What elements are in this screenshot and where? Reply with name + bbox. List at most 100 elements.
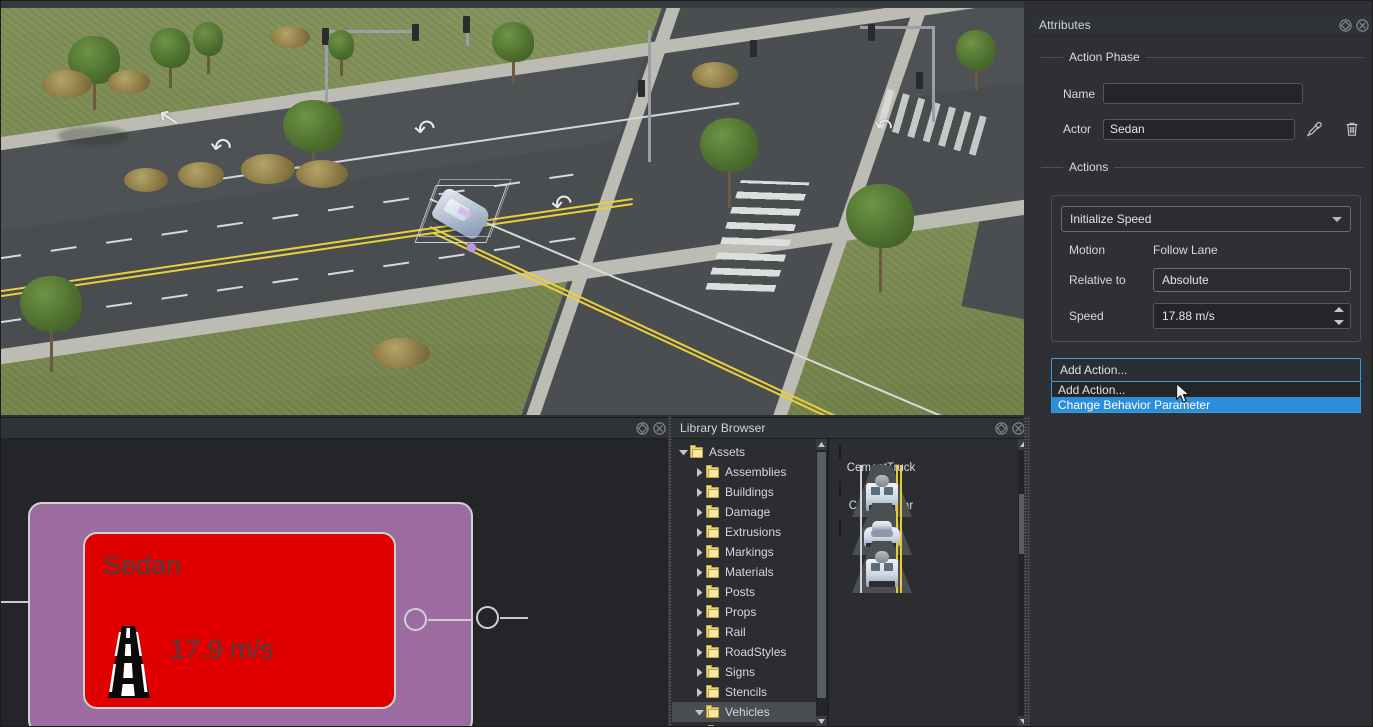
action-phase-group: Action Phase Name Actor Sedan xyxy=(1041,50,1363,140)
folder-icon xyxy=(706,507,719,518)
tree-item-extrusions[interactable]: Extrusions xyxy=(672,522,816,542)
tree xyxy=(328,30,354,76)
asset-preview-image[interactable] xyxy=(839,520,841,536)
viewport-scene[interactable]: ↖ ↶ ↶ ↶ ↶ xyxy=(0,8,1029,415)
chevron-right-icon[interactable] xyxy=(692,548,706,557)
library-asset-grid[interactable]: CementTruckCompactCar xyxy=(828,439,1029,727)
folder-icon xyxy=(690,447,703,458)
action-card: Initialize Speed Motion Follow Lane Rela… xyxy=(1051,195,1361,342)
tree-item-rail[interactable]: Rail xyxy=(672,622,816,642)
node-next-port[interactable] xyxy=(476,606,499,629)
folder-icon xyxy=(706,467,719,478)
dropdown-option[interactable]: Change Behavior Parameter xyxy=(1052,397,1360,412)
tree-item-label: Rail xyxy=(725,625,746,639)
tree-item-label: Vehicles xyxy=(725,705,770,719)
chevron-up-icon[interactable] xyxy=(1334,307,1344,312)
folder-icon xyxy=(706,587,719,598)
asset-preview-image[interactable] xyxy=(839,444,841,460)
node-title: Sedan xyxy=(103,550,181,581)
folder-icon xyxy=(706,627,719,638)
main-splitter-vertical[interactable] xyxy=(1024,417,1030,727)
relative-to-combo[interactable]: Absolute xyxy=(1153,268,1351,292)
asset-thumbnail[interactable]: CementTruck xyxy=(839,445,923,474)
tree-item-posts[interactable]: Posts xyxy=(672,582,816,602)
chevron-right-icon[interactable] xyxy=(692,528,706,537)
node-phase-sedan[interactable]: Sedan 17.9 m/s xyxy=(28,502,473,727)
folder-icon xyxy=(706,687,719,698)
tree xyxy=(492,22,534,84)
selected-vehicle-sedan[interactable] xyxy=(425,185,497,243)
traffic-signal-2 xyxy=(412,24,419,41)
add-action-dropdown[interactable]: Add Action...Change Behavior Parameter xyxy=(1051,382,1361,413)
chevron-right-icon[interactable] xyxy=(692,488,706,497)
tree-item-materials[interactable]: Materials xyxy=(672,562,816,582)
tree xyxy=(846,184,914,292)
name-input[interactable] xyxy=(1103,83,1303,104)
float-icon[interactable] xyxy=(636,422,649,435)
node-output-port[interactable] xyxy=(404,608,427,631)
tree xyxy=(193,22,223,74)
dropdown-option[interactable]: Add Action... xyxy=(1052,382,1360,397)
scroll-thumb[interactable] xyxy=(817,452,826,698)
selection-anchor-handle[interactable] xyxy=(467,243,476,252)
speed-label: Speed xyxy=(1061,309,1153,323)
chevron-down-icon[interactable] xyxy=(692,709,706,716)
tree-item-partial[interactable] xyxy=(672,722,816,727)
chevron-right-icon[interactable] xyxy=(692,508,706,517)
chevron-right-icon[interactable] xyxy=(692,628,706,637)
add-action-combo[interactable]: Add Action... xyxy=(1051,358,1361,382)
chevron-right-icon[interactable] xyxy=(692,588,706,597)
close-icon[interactable] xyxy=(653,422,666,435)
trash-icon[interactable] xyxy=(1341,118,1363,140)
float-icon[interactable] xyxy=(995,422,1008,435)
speed-stepper[interactable]: 17.88 m/s xyxy=(1153,303,1351,329)
tree-item-assets[interactable]: Assets xyxy=(672,442,816,462)
chevron-down-icon[interactable] xyxy=(1332,217,1342,222)
library-browser-panel[interactable]: Library Browser AssetsAssembliesBuilding… xyxy=(672,417,1029,727)
chevron-right-icon[interactable] xyxy=(692,668,706,677)
float-icon[interactable] xyxy=(1339,19,1352,32)
scroll-down-icon[interactable] xyxy=(816,716,827,727)
action-type-combo[interactable]: Initialize Speed xyxy=(1061,206,1351,232)
pavement-arrow-2: ↶ xyxy=(208,133,233,162)
attributes-panel[interactable]: Attributes Action Phase Name Actor xyxy=(1031,15,1373,727)
asset-preview-image[interactable] xyxy=(839,482,841,498)
node-action-body[interactable]: Sedan 17.9 m/s xyxy=(83,532,396,709)
tree-item-buildings[interactable]: Buildings xyxy=(672,482,816,502)
tree-item-damage[interactable]: Damage xyxy=(672,502,816,522)
tree-item-vehicles[interactable]: Vehicles xyxy=(672,702,816,722)
attributes-splitter[interactable] xyxy=(1024,0,1030,415)
chevron-right-icon[interactable] xyxy=(692,468,706,477)
tree-item-props[interactable]: Props xyxy=(672,602,816,622)
node-editor-panel[interactable]: Sedan 17.9 m/s xyxy=(0,417,670,727)
chevron-down-icon[interactable] xyxy=(1334,320,1344,325)
viewport-3d[interactable]: ↖ ↶ ↶ ↶ ↶ xyxy=(0,0,1029,415)
eyedropper-icon[interactable] xyxy=(1303,118,1325,140)
chevron-right-icon[interactable] xyxy=(692,688,706,697)
chevron-right-icon[interactable] xyxy=(692,648,706,657)
follow-lane-icon xyxy=(105,626,150,698)
folder-icon xyxy=(706,547,719,558)
motion-row: Motion Follow Lane xyxy=(1061,243,1351,257)
scroll-track[interactable] xyxy=(816,450,827,716)
tree-item-markings[interactable]: Markings xyxy=(672,542,816,562)
scroll-up-icon[interactable] xyxy=(816,439,827,450)
actor-input[interactable]: Sedan xyxy=(1103,119,1295,140)
chevron-right-icon[interactable] xyxy=(692,608,706,617)
tree-item-signs[interactable]: Signs xyxy=(672,662,816,682)
pavement-arrow-4: ↶ xyxy=(550,190,574,218)
library-tree[interactable]: AssetsAssemblies Buildings DamageExtrusion… xyxy=(672,439,828,727)
tree-item-roadstyles[interactable]: RoadStyles xyxy=(672,642,816,662)
tree-item-assemblies[interactable]: Assemblies xyxy=(672,462,816,482)
close-icon[interactable] xyxy=(1356,19,1369,32)
folder-icon xyxy=(706,647,719,658)
node-canvas[interactable]: Sedan 17.9 m/s xyxy=(0,439,670,727)
bush xyxy=(124,168,168,192)
library-tree-scrollbar[interactable] xyxy=(816,439,827,727)
bush xyxy=(108,70,150,94)
speed-spinner[interactable] xyxy=(1333,307,1344,325)
tree-item-label: Buildings xyxy=(725,485,774,499)
chevron-right-icon[interactable] xyxy=(692,568,706,577)
chevron-down-icon[interactable] xyxy=(676,449,690,456)
tree-item-stencils[interactable]: Stencils xyxy=(672,682,816,702)
